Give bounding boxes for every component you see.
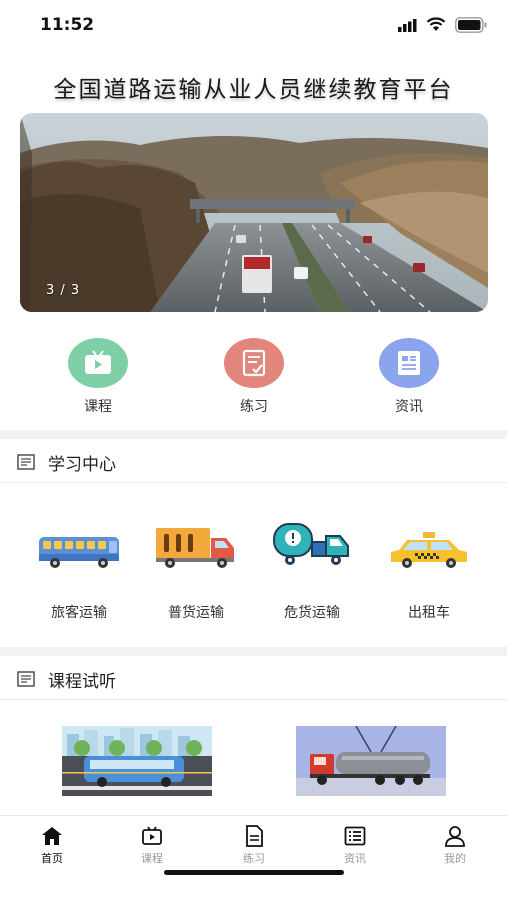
tab-label: 资讯 (344, 852, 366, 865)
tab-label: 课程 (141, 852, 163, 865)
study-item-general-cargo[interactable]: 普货运输 (141, 515, 251, 622)
list-icon (325, 824, 385, 848)
tab-exercise[interactable]: 练习 (224, 824, 284, 866)
study-center-header: 学习中心 (0, 439, 507, 483)
study-item-label: 旅客运输 (51, 605, 107, 621)
tab-label: 首页 (41, 852, 63, 865)
trial-course-card[interactable] (296, 726, 446, 796)
battery-icon (455, 17, 487, 33)
study-item-label: 危货运输 (284, 605, 340, 621)
tab-news[interactable]: 资讯 (325, 824, 385, 866)
tab-label: 练习 (243, 852, 265, 865)
quick-nav: 课程 练习 资讯 (0, 334, 507, 424)
study-item-label: 普货运输 (168, 605, 224, 621)
quick-nav-label: 资讯 (395, 399, 423, 415)
app-title: 全国道路运输从业人员继续教育平台 (53, 77, 454, 103)
banner-page-counter: 3 / 3 (46, 283, 81, 298)
news-icon (379, 338, 439, 388)
hazard-truck-icon (257, 515, 367, 570)
cargo-truck-icon (141, 515, 251, 570)
section-divider (0, 647, 507, 656)
study-item-passenger[interactable]: 旅客运输 (24, 515, 134, 622)
quick-nav-label: 课程 (84, 399, 112, 415)
section-title: 学习中心 (48, 455, 116, 475)
trial-courses-header: 课程试听 (0, 656, 507, 700)
taxi-icon (374, 515, 484, 570)
tab-label: 我的 (444, 852, 466, 865)
cellular-signal-icon (398, 19, 417, 32)
tanker-course-thumbnail (296, 726, 446, 796)
study-center-grid: 旅客运输 普货运输 危货运输 出租车 (0, 505, 507, 635)
quick-nav-label: 练习 (240, 399, 268, 415)
wifi-icon (426, 17, 446, 31)
study-item-dangerous-cargo[interactable]: 危货运输 (257, 515, 367, 622)
home-indicator[interactable] (164, 870, 344, 875)
video-icon (122, 824, 182, 848)
book-icon (17, 454, 35, 470)
exercise-icon (224, 338, 284, 388)
user-icon (425, 824, 485, 848)
highway-banner-image (20, 113, 488, 312)
document-icon (224, 824, 284, 848)
tv-icon (68, 338, 128, 388)
study-item-taxi[interactable]: 出租车 (374, 515, 484, 622)
trial-course-card[interactable] (62, 726, 212, 796)
tab-home[interactable]: 首页 (22, 824, 82, 866)
bus-icon (24, 515, 134, 570)
status-time: 11:52 (40, 15, 95, 35)
status-bar: 11:52 (0, 0, 507, 50)
bus-course-thumbnail (62, 726, 212, 796)
tab-course[interactable]: 课程 (122, 824, 182, 866)
banner-carousel[interactable]: 3 / 3 (20, 113, 488, 312)
quick-nav-news[interactable]: 资讯 (364, 334, 454, 416)
section-title: 课程试听 (48, 672, 116, 692)
study-item-label: 出租车 (408, 605, 450, 621)
tab-profile[interactable]: 我的 (425, 824, 485, 866)
home-icon (22, 824, 82, 848)
quick-nav-exercise[interactable]: 练习 (209, 334, 299, 416)
section-divider (0, 430, 507, 439)
quick-nav-course[interactable]: 课程 (53, 334, 143, 416)
book-icon (17, 671, 35, 687)
trial-courses-list (0, 718, 507, 818)
bottom-tab-bar: 首页 课程 练习 资讯 我的 (0, 815, 507, 900)
